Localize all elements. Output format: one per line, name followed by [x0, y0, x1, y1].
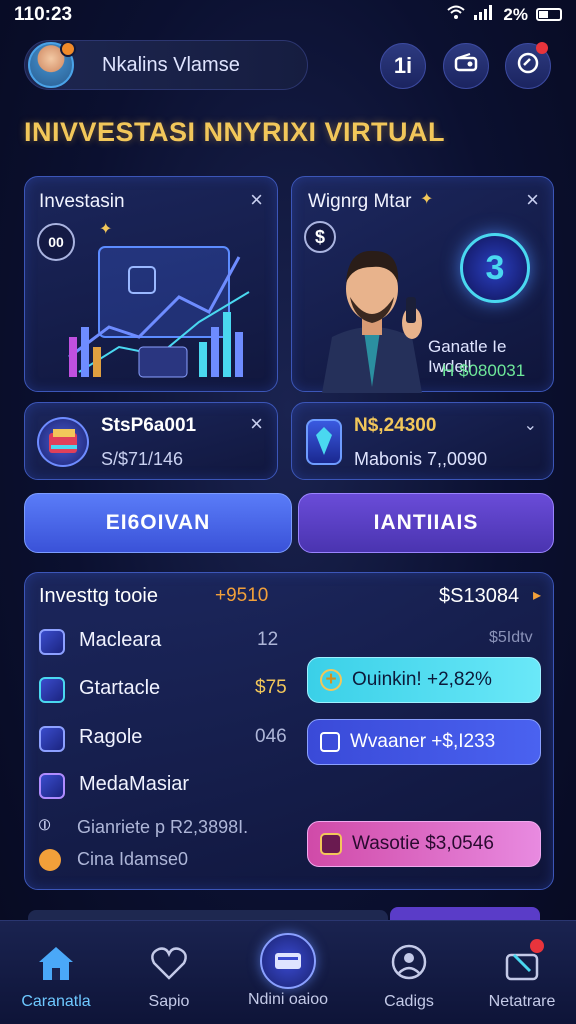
row-value: 12 — [257, 629, 279, 650]
battery-icon — [536, 8, 562, 21]
profile-pill[interactable]: Nkalins Vlamse — [24, 40, 308, 90]
square-icon — [39, 726, 65, 752]
heart-icon — [145, 939, 193, 987]
value-pill-text: Wvaaner +$,I233 — [350, 731, 496, 752]
info-icon: ⦶ — [39, 817, 51, 834]
balance-amount: N$,24300 — [354, 415, 437, 436]
signal-icon — [473, 4, 495, 25]
message-icon — [516, 51, 540, 81]
gain-pill-text: Ouinkin! +2,82% — [352, 669, 492, 690]
stock-card[interactable]: StsP6a001 S/$71/146 × — [24, 402, 278, 480]
gift-icon — [320, 833, 342, 855]
chart-illustration — [68, 246, 250, 378]
chevron-right-icon[interactable]: ▸ — [533, 585, 541, 605]
stats-button[interactable]: 1i — [380, 43, 426, 89]
value-pill[interactable]: Wvaaner +$,I233 — [307, 719, 541, 765]
nav-label: Cadigs — [384, 993, 434, 1010]
panel-total: $S13084 — [439, 585, 520, 607]
portfolio-panel: Investtg tooie +9510 $S13084 ▸ $5Idtv Ma… — [24, 572, 554, 890]
status-indicators: 2% — [447, 4, 562, 25]
nav-label: Netatrare — [488, 993, 556, 1010]
nav-item-rewards[interactable]: Netatrare — [468, 921, 576, 1024]
withdraw-pill[interactable]: Wasotie $3,0546 — [307, 821, 541, 867]
manager-card[interactable]: Wignrg Mtar ✦ × $ 3 Ganatle Ie Iwdell H … — [291, 176, 554, 393]
chevron-down-icon[interactable]: ⌄ — [524, 415, 537, 435]
row-label: Gtartacle — [79, 677, 161, 699]
row-label: Ragole — [79, 726, 143, 748]
wallet-icon — [260, 933, 316, 989]
battery-percent: 2% — [503, 4, 528, 24]
card-icon — [39, 677, 65, 703]
nav-label: Ndini oaioo — [247, 991, 329, 1008]
sparkle-icon: ✦ — [420, 191, 434, 208]
coin-number: 3 — [485, 248, 505, 287]
row-label: MedaMasiar — [79, 773, 190, 795]
row-label: Macleara — [79, 629, 162, 651]
panel-subtotal: $5Idtv — [489, 629, 533, 646]
manager-avatar — [322, 250, 422, 393]
status-bar: 110:23 2% — [0, 0, 576, 30]
gift-icon — [498, 939, 546, 987]
coin-badge: 3 — [460, 233, 530, 303]
wallet-icon — [454, 53, 478, 79]
messages-button[interactable] — [505, 42, 551, 89]
nav-item-favorites[interactable]: Sapio — [112, 921, 226, 1024]
sparkle-icon: ✦ — [99, 221, 113, 238]
invest-card-title: Investasin — [39, 191, 125, 212]
stats-label: 1i — [393, 53, 413, 78]
home-icon — [32, 939, 80, 987]
nav-item-chat[interactable]: Cadigs — [350, 921, 468, 1024]
manager-card-title: Wignrg Mtar — [308, 191, 412, 212]
row-value: 046 — [255, 726, 287, 747]
footer-line-1: Gianriete p R2,3898I. — [77, 817, 249, 837]
close-icon[interactable]: × — [250, 189, 263, 211]
withdraw-pill-text: Wasotie $3,0546 — [352, 833, 494, 854]
balance-label: Mabonis 7,,0090 — [354, 449, 488, 469]
footer-line-2: Cina Idamse0 — [77, 849, 189, 869]
stock-title: StsP6a001 — [101, 415, 197, 436]
row-value: $75 — [255, 677, 287, 698]
avatar[interactable] — [28, 41, 76, 88]
wifi-icon — [447, 4, 466, 25]
wallet-button[interactable] — [443, 43, 489, 89]
balance-card[interactable]: N$,24300 Mabonis 7,,0090 ⌄ — [291, 402, 554, 480]
close-icon[interactable]: × — [250, 413, 263, 435]
bottom-nav: Caranatla Sapio Ndini oaioo Cadigs Netat… — [0, 920, 576, 1024]
invest-button-label: EI6OIVAN — [105, 511, 211, 534]
manager-amount: H $080031 — [442, 361, 526, 380]
plus-circle-icon: + — [320, 669, 342, 691]
nav-item-wallet[interactable]: Ndini oaioo — [226, 921, 350, 1024]
invest-button[interactable]: EI6OIVAN — [24, 493, 292, 553]
avatar-badge — [60, 41, 76, 57]
transactions-button-label: IANTIIAIS — [373, 511, 479, 534]
leaf-icon — [39, 629, 65, 655]
square-icon — [320, 732, 340, 752]
coin-icon — [39, 849, 61, 871]
chat-icon — [385, 939, 433, 987]
profile-name: Nkalins Vlamse — [102, 53, 240, 76]
status-time: 110:23 — [14, 4, 73, 25]
tag-icon — [39, 773, 65, 799]
gem-icon — [306, 419, 342, 465]
notification-dot — [530, 939, 544, 953]
invest-card[interactable]: Investasin × 00 ✦ — [24, 176, 278, 392]
stock-icon — [37, 417, 89, 467]
close-icon[interactable]: × — [526, 189, 539, 211]
panel-delta: +9510 — [215, 585, 269, 606]
nav-label: Caranatla — [21, 993, 91, 1010]
notification-dot — [536, 42, 548, 54]
panel-title: Investtg tooie — [39, 585, 158, 607]
gain-pill[interactable]: + Ouinkin! +2,82% — [307, 657, 541, 703]
page-title: INIVVESTASI NNYRIXI VIRTUAL — [24, 117, 446, 147]
transactions-button[interactable]: IANTIIAIS — [298, 493, 554, 553]
stock-subtitle: S/$71/146 — [101, 449, 184, 469]
nav-label: Sapio — [148, 993, 190, 1010]
nav-item-home[interactable]: Caranatla — [0, 921, 112, 1024]
